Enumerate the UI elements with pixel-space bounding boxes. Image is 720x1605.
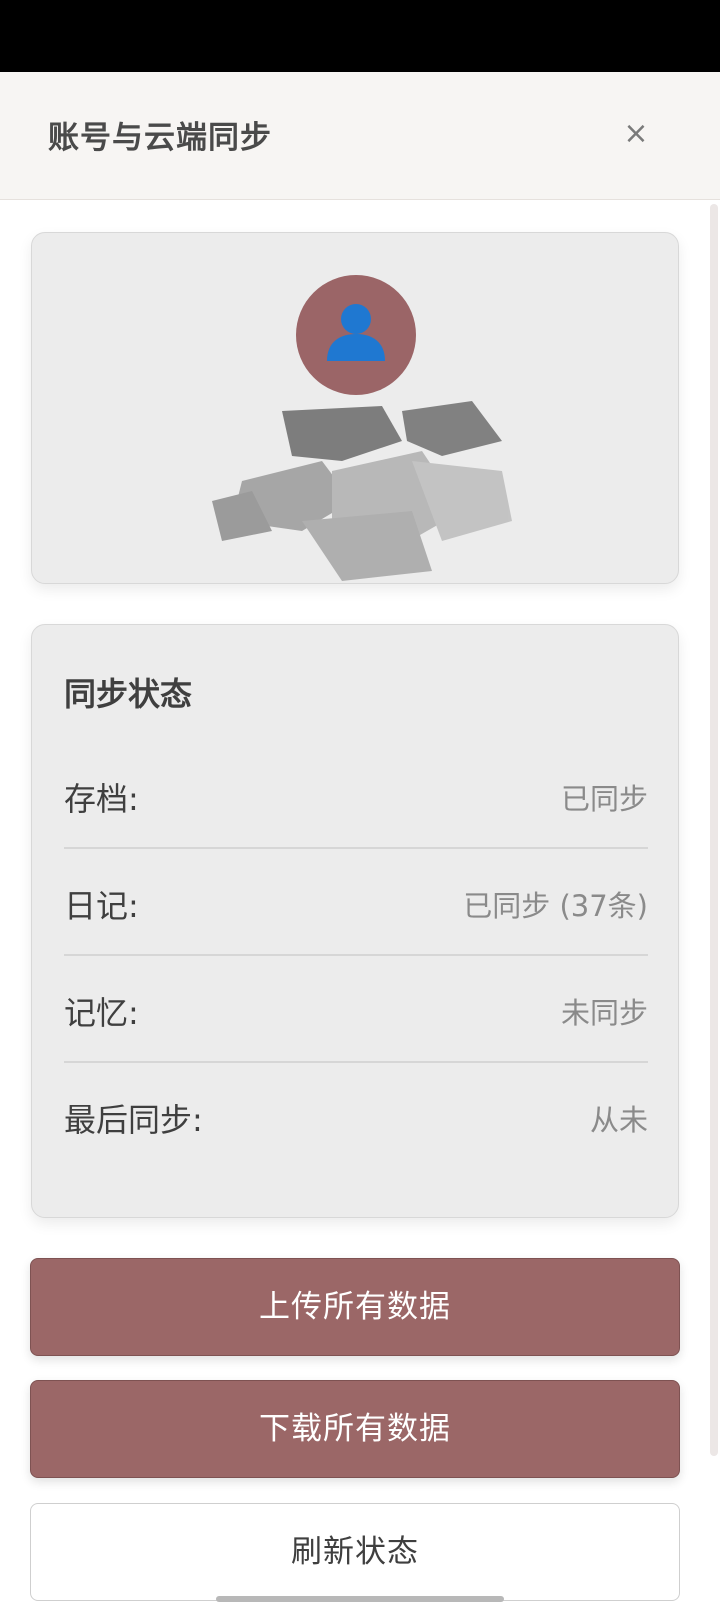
dialog-title: 账号与云端同步 xyxy=(48,120,272,156)
redacted-account-info xyxy=(212,401,512,581)
system-status-bar xyxy=(0,0,720,72)
scrollbar[interactable] xyxy=(710,204,718,1456)
close-icon[interactable]: × xyxy=(618,116,654,152)
status-value: 从未 xyxy=(589,1103,648,1137)
download-all-button[interactable]: 下载所有数据 xyxy=(30,1380,680,1478)
status-label: 最后同步: xyxy=(64,1101,203,1139)
refresh-status-button[interactable]: 刷新状态 xyxy=(30,1503,680,1601)
status-label: 存档: xyxy=(64,780,139,818)
status-label: 日记: xyxy=(64,887,139,925)
avatar xyxy=(296,275,416,395)
profile-card xyxy=(31,232,679,584)
status-value: 已同步 (37条) xyxy=(463,889,648,923)
sync-status-title: 同步状态 xyxy=(64,675,193,713)
status-row-last-sync: 最后同步: 从未 xyxy=(64,1063,648,1170)
status-row-memory: 记忆: 未同步 xyxy=(64,956,648,1063)
sync-status-card: 同步状态 存档: 已同步 日记: 已同步 (37条) 记忆: 未同步 最后同步:… xyxy=(31,624,679,1218)
dialog-header: 账号与云端同步 × xyxy=(0,72,720,200)
status-value: 未同步 xyxy=(560,996,648,1030)
user-icon xyxy=(327,304,385,361)
upload-all-button[interactable]: 上传所有数据 xyxy=(30,1258,680,1356)
status-label: 记忆: xyxy=(64,994,139,1032)
status-value: 已同步 xyxy=(560,782,648,816)
home-indicator xyxy=(216,1596,504,1602)
status-row-diary: 日记: 已同步 (37条) xyxy=(64,849,648,956)
status-row-archive: 存档: 已同步 xyxy=(64,742,648,849)
